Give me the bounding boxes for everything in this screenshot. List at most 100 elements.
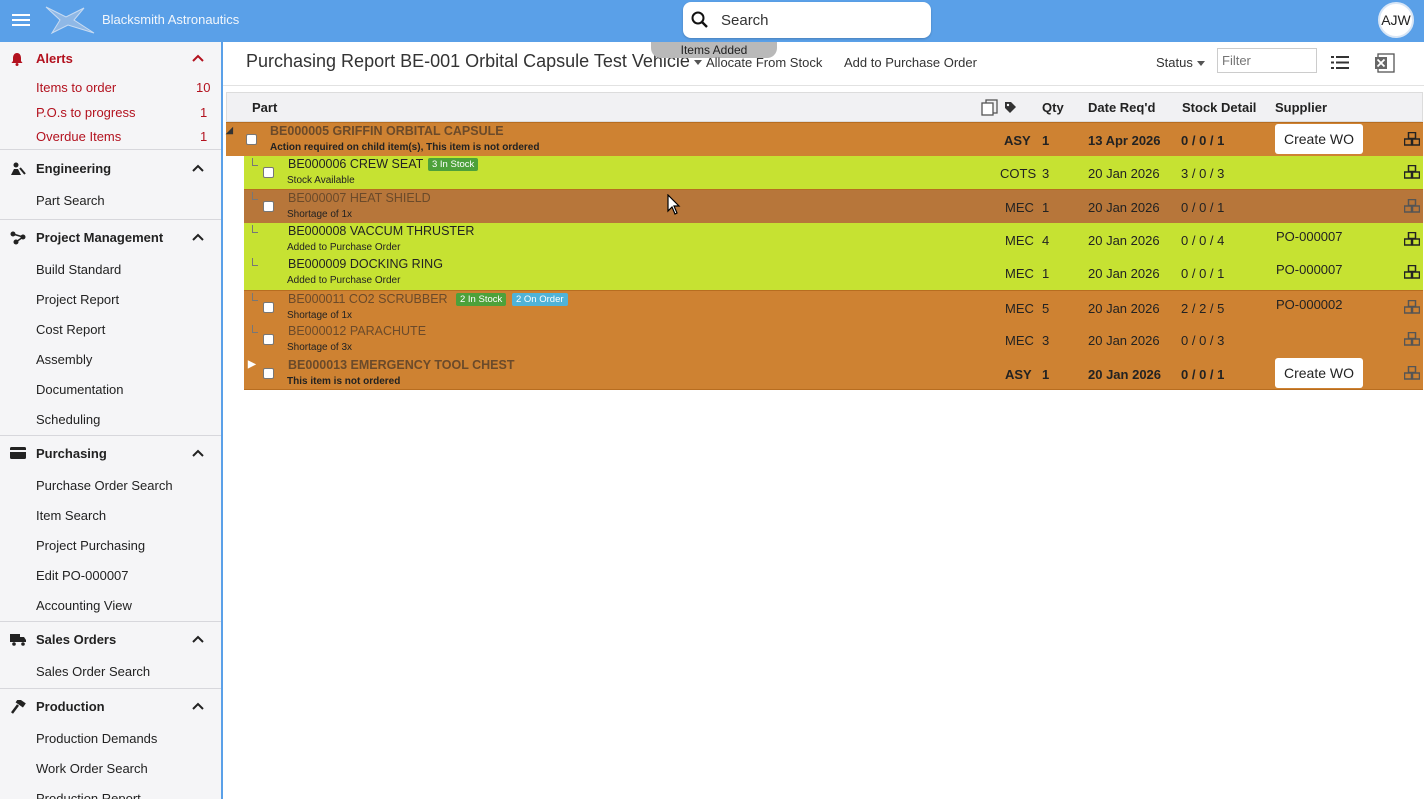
- excel-export-icon[interactable]: [1374, 53, 1396, 73]
- part-name[interactable]: BE000011 CO2 SCRUBBER: [288, 292, 448, 306]
- part-name[interactable]: BE000007 HEAT SHIELD: [288, 191, 431, 205]
- sidebar-item-production-demands[interactable]: Production Demands: [0, 724, 221, 754]
- table-row[interactable]: ▶ BE000013 EMERGENCY TOOL CHEST This ite…: [244, 356, 1423, 390]
- sidebar-item-project-report[interactable]: Project Report: [0, 285, 221, 315]
- sidebar-item-cost-report[interactable]: Cost Report: [0, 315, 221, 345]
- part-name[interactable]: BE000005 GRIFFIN ORBITAL CAPSULE: [270, 124, 504, 138]
- on-order-badge: 2 On Order: [512, 292, 568, 306]
- cubes-icon[interactable]: [1404, 132, 1420, 146]
- create-wo-button[interactable]: Create WO: [1275, 124, 1363, 154]
- page-title-text: Purchasing Report BE-001 Orbital Capsule…: [246, 51, 690, 71]
- create-wo-button[interactable]: Create WO: [1275, 357, 1363, 388]
- table-row[interactable]: BE000012 PARACHUTE Shortage of 3x MEC 3 …: [244, 323, 1423, 357]
- cubes-icon[interactable]: [1404, 365, 1420, 380]
- sidebar-item-edit-po[interactable]: Edit PO-000007: [0, 561, 221, 591]
- alert-overdue-items[interactable]: Overdue Items 1: [0, 125, 221, 150]
- sidebar-item-sales-order-search[interactable]: Sales Order Search: [0, 657, 221, 687]
- part-note: Shortage of 3x: [287, 342, 353, 353]
- chevron-up-icon[interactable]: [192, 635, 204, 643]
- tree-connector: [252, 192, 258, 200]
- status-dropdown[interactable]: Status: [1156, 55, 1205, 70]
- col-stock-detail[interactable]: Stock Detail: [1182, 100, 1256, 115]
- chevron-up-icon[interactable]: [192, 54, 204, 62]
- hammer-icon: [11, 700, 26, 714]
- alert-count: 1: [200, 129, 208, 144]
- page-title[interactable]: Purchasing Report BE-001 Orbital Capsule…: [246, 51, 702, 72]
- cubes-icon[interactable]: [1404, 231, 1420, 246]
- sidebar-item-project-purchasing[interactable]: Project Purchasing: [0, 531, 221, 561]
- cubes-icon[interactable]: [1404, 164, 1420, 179]
- sidebar-item-assembly[interactable]: Assembly: [0, 345, 221, 375]
- col-supplier[interactable]: Supplier: [1275, 100, 1327, 115]
- collapse-triangle-icon[interactable]: ◢: [226, 125, 233, 136]
- part-name[interactable]: BE000013 EMERGENCY TOOL CHEST: [288, 358, 514, 372]
- supplier-po-link[interactable]: PO-000002: [1276, 297, 1343, 312]
- qty: 3: [1042, 165, 1050, 181]
- row-checkbox[interactable]: [263, 334, 274, 345]
- cubes-icon[interactable]: [1404, 199, 1420, 213]
- sidebar-item-scheduling[interactable]: Scheduling: [0, 405, 221, 435]
- chevron-up-icon[interactable]: [192, 449, 204, 457]
- table-row[interactable]: BE000011 CO2 SCRUBBER 2 In Stock 2 On Or…: [244, 289, 1423, 323]
- section-header-production[interactable]: Production: [0, 690, 221, 724]
- sidebar-item-documentation[interactable]: Documentation: [0, 375, 221, 405]
- row-checkbox[interactable]: [263, 201, 274, 212]
- table-row[interactable]: ◢ BE000005 GRIFFIN ORBITAL CAPSULE Actio…: [226, 122, 1423, 156]
- alert-label: Items to order: [36, 80, 117, 95]
- sidebar-item-purchase-order-search[interactable]: Purchase Order Search: [0, 471, 221, 501]
- filter-input[interactable]: [1217, 48, 1317, 73]
- tag-icon[interactable]: [1004, 101, 1017, 114]
- expand-triangle-icon[interactable]: ▶: [248, 359, 256, 370]
- list-icon[interactable]: [1331, 55, 1349, 70]
- cubes-icon[interactable]: [1404, 332, 1420, 346]
- table-row[interactable]: BE000009 DOCKING RING Added to Purchase …: [244, 256, 1423, 290]
- chevron-up-icon[interactable]: [192, 233, 204, 241]
- table-row[interactable]: BE000008 VACCUM THRUSTER Added to Purcha…: [244, 222, 1423, 256]
- section-header-engineering[interactable]: Engineering: [0, 152, 221, 186]
- section-header-alerts[interactable]: Alerts: [0, 42, 221, 76]
- sidebar-item-item-search[interactable]: Item Search: [0, 501, 221, 531]
- alert-pos-to-progress[interactable]: P.O.s to progress 1: [0, 101, 221, 126]
- section-header-project-management[interactable]: Project Management: [0, 221, 221, 255]
- sidebar-item-part-search[interactable]: Part Search: [0, 186, 221, 216]
- col-part[interactable]: Part: [252, 100, 277, 115]
- mouse-cursor-icon: [667, 194, 681, 215]
- chevron-up-icon[interactable]: [192, 164, 204, 172]
- row-checkbox[interactable]: [263, 301, 274, 313]
- menu-icon[interactable]: [12, 11, 30, 31]
- part-name[interactable]: BE000006 CREW SEAT: [288, 157, 423, 171]
- section-header-sales-orders[interactable]: Sales Orders: [0, 623, 221, 657]
- tree-connector: [252, 325, 258, 333]
- col-date-reqd[interactable]: Date Req'd: [1088, 100, 1155, 115]
- sidebar-item-build-standard[interactable]: Build Standard: [0, 255, 221, 285]
- cubes-icon[interactable]: [1404, 265, 1420, 279]
- part-note: Shortage of 1x: [287, 309, 353, 321]
- date-reqd: 13 Apr 2026: [1088, 133, 1161, 148]
- sidebar-item-production-report[interactable]: Production Report: [0, 784, 221, 799]
- chevron-up-icon[interactable]: [192, 702, 204, 710]
- search-box[interactable]: Search: [683, 2, 931, 38]
- col-qty[interactable]: Qty: [1042, 100, 1064, 115]
- part-name[interactable]: BE000009 DOCKING RING: [288, 257, 443, 271]
- qty: 1: [1042, 200, 1050, 215]
- supplier-po-link[interactable]: PO-000007: [1276, 229, 1343, 244]
- table-row[interactable]: BE000007 HEAT SHIELD Shortage of 1x MEC …: [244, 189, 1423, 223]
- part-type: ASY: [1004, 133, 1031, 148]
- section-header-purchasing[interactable]: Purchasing: [0, 437, 221, 471]
- sidebar-item-work-order-search[interactable]: Work Order Search: [0, 754, 221, 784]
- sidebar-item-accounting-view[interactable]: Accounting View: [0, 591, 221, 621]
- cubes-icon[interactable]: [1404, 299, 1420, 314]
- add-to-purchase-order-button[interactable]: Add to Purchase Order: [844, 55, 977, 70]
- copy-icon[interactable]: [981, 99, 999, 116]
- row-checkbox[interactable]: [263, 367, 274, 379]
- avatar[interactable]: AJW: [1378, 2, 1414, 38]
- supplier-po-link[interactable]: PO-000007: [1276, 262, 1343, 277]
- row-checkbox[interactable]: [246, 134, 257, 145]
- allocate-from-stock-button[interactable]: Allocate From Stock: [706, 55, 822, 70]
- part-name[interactable]: BE000012 PARACHUTE: [288, 324, 426, 338]
- section-title: Alerts: [36, 51, 73, 66]
- alert-items-to-order[interactable]: Items to order 10: [0, 76, 221, 101]
- table-row[interactable]: BE000006 CREW SEAT 3 In Stock Stock Avai…: [244, 155, 1423, 189]
- part-name[interactable]: BE000008 VACCUM THRUSTER: [288, 224, 474, 238]
- row-checkbox[interactable]: [263, 166, 274, 178]
